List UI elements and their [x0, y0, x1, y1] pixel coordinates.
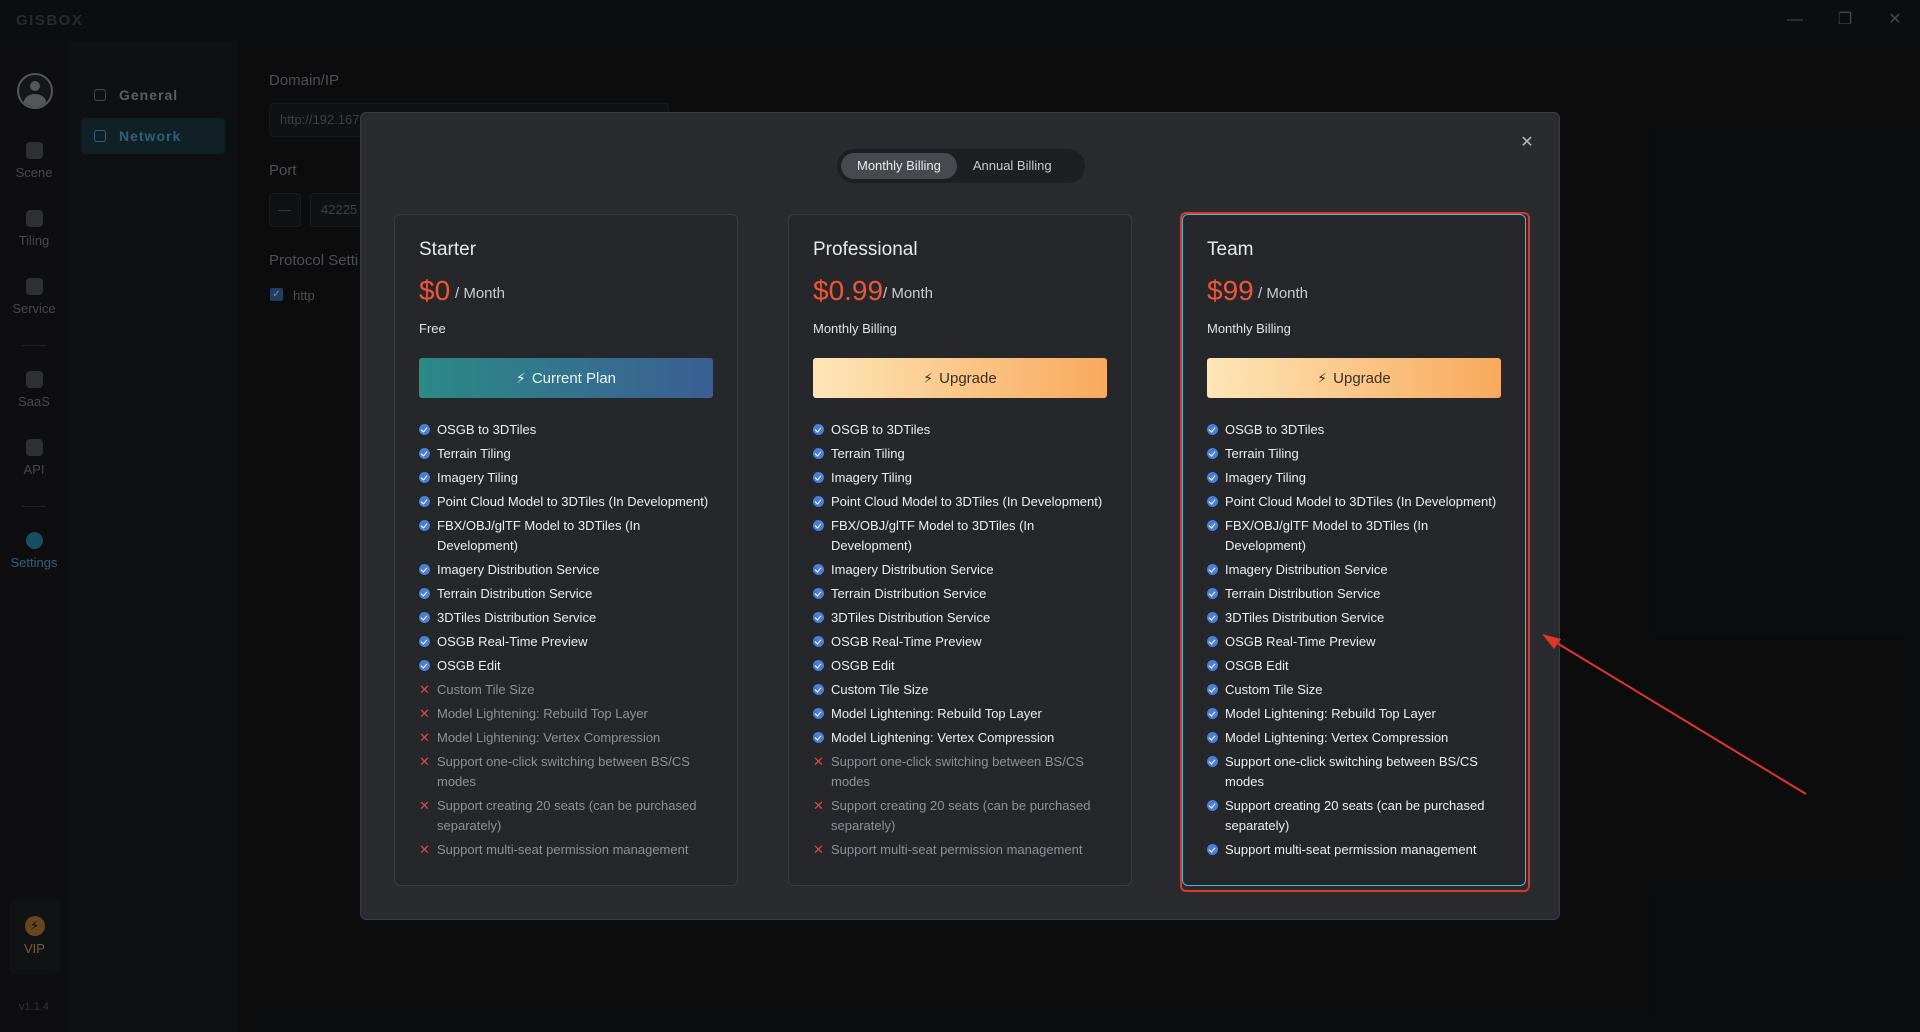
annotation-arrow [1542, 634, 1807, 795]
